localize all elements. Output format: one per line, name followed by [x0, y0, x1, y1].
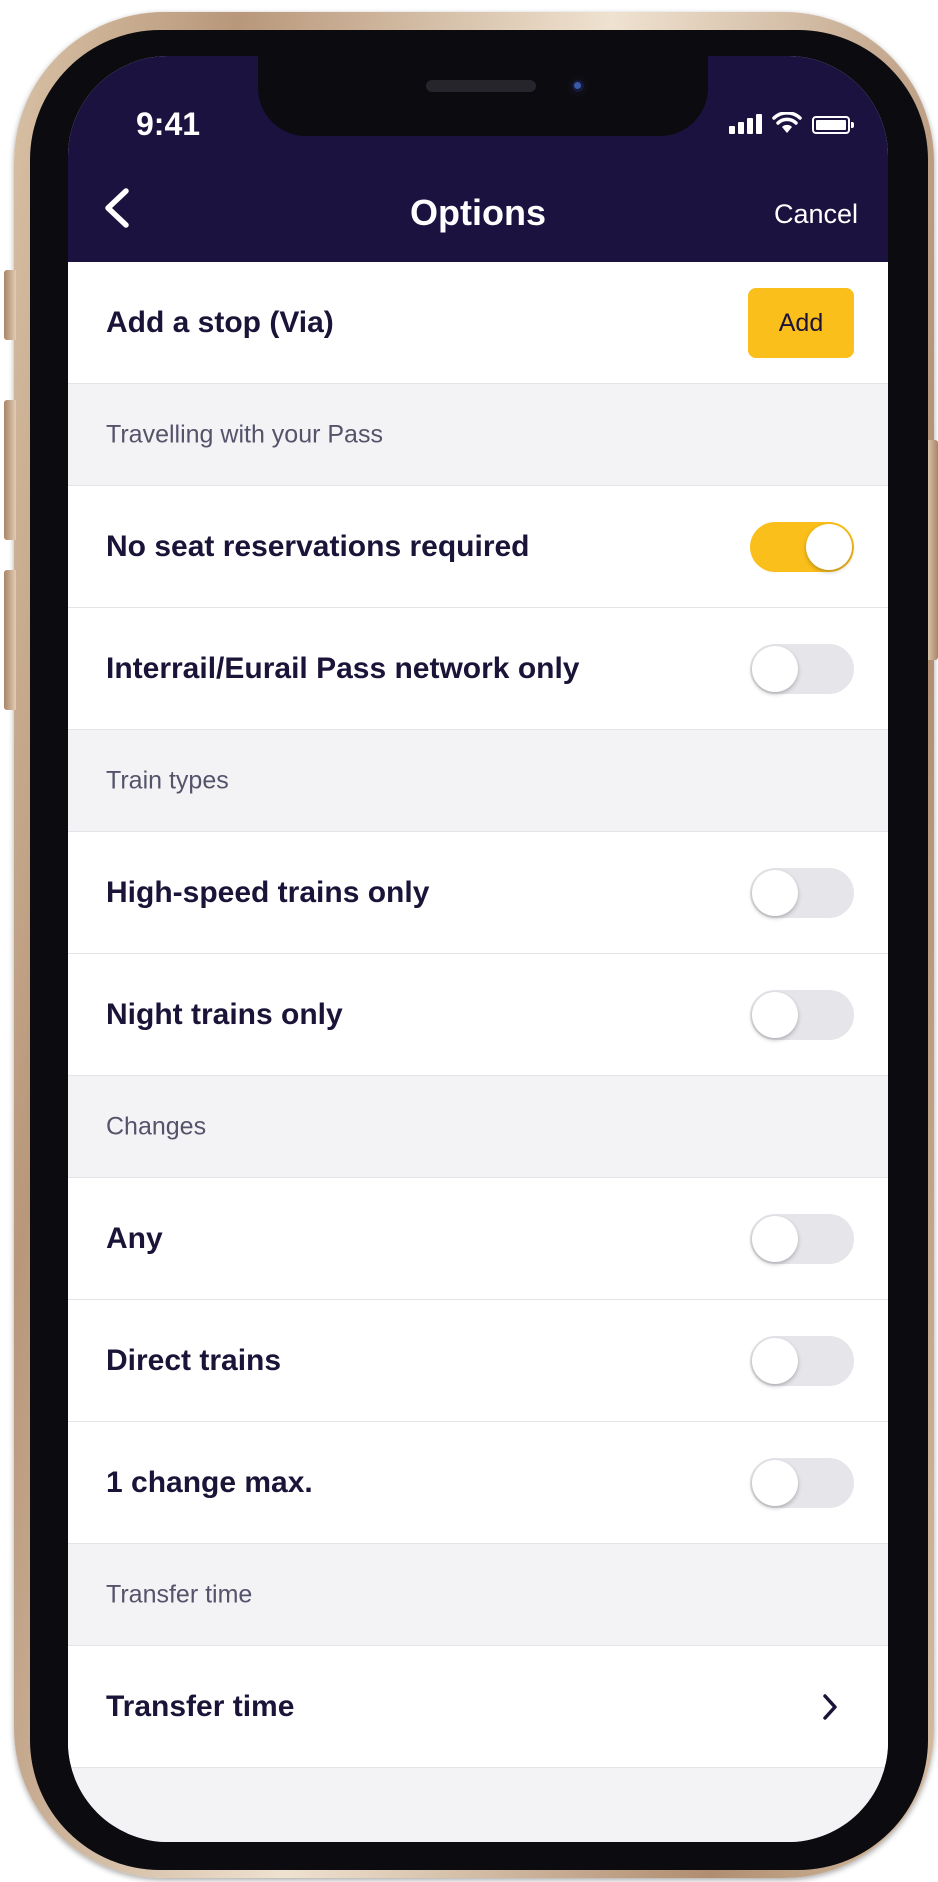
section-header-train-types: Train types — [68, 730, 888, 832]
speaker-grille — [426, 80, 536, 92]
option-label: Night trains only — [106, 997, 343, 1031]
option-label: Interrail/Eurail Pass network only — [106, 651, 580, 685]
mute-switch — [4, 270, 16, 340]
option-high-speed-only[interactable]: High-speed trains only — [68, 832, 888, 954]
wifi-icon — [772, 112, 802, 133]
nav-header: 9:41 Options Cancel — [68, 56, 888, 262]
via-label: Add a stop (Via) — [106, 305, 334, 339]
option-label: Direct trains — [106, 1343, 282, 1377]
section-header-pass: Travelling with your Pass — [68, 384, 888, 486]
option-night-trains-only[interactable]: Night trains only — [68, 954, 888, 1076]
phone-screen: 9:41 Options Cancel Add a stop (Via) Add — [68, 56, 888, 1842]
section-title: Travelling with your Pass — [106, 420, 383, 448]
volume-up-button — [4, 400, 16, 540]
high-speed-only-toggle[interactable] — [750, 867, 854, 918]
options-list: Add a stop (Via) Add Travelling with you… — [68, 262, 888, 1842]
pass-network-only-toggle[interactable] — [750, 643, 854, 694]
one-change-max-toggle[interactable] — [750, 1457, 854, 1508]
section-header-changes: Changes — [68, 1076, 888, 1178]
transfer-time-row[interactable]: Transfer time — [68, 1646, 888, 1768]
status-icons — [729, 112, 854, 134]
option-label: Transfer time — [106, 1689, 295, 1723]
option-label: No seat reservations required — [106, 529, 530, 563]
section-title: Train types — [106, 766, 229, 794]
night-trains-only-toggle[interactable] — [750, 989, 854, 1040]
cancel-button[interactable]: Cancel — [774, 199, 858, 230]
front-camera — [568, 76, 588, 96]
section-title: Transfer time — [106, 1580, 253, 1608]
option-one-change-max[interactable]: 1 change max. — [68, 1422, 888, 1544]
section-header-transfer-time: Transfer time — [68, 1544, 888, 1646]
changes-any-toggle[interactable] — [750, 1213, 854, 1264]
option-no-seat-reservations[interactable]: No seat reservations required — [68, 486, 888, 608]
status-time: 9:41 — [136, 106, 201, 142]
option-direct-trains[interactable]: Direct trains — [68, 1300, 888, 1422]
option-label: High-speed trains only — [106, 875, 430, 909]
page-title: Options — [410, 192, 546, 233]
option-pass-network-only[interactable]: Interrail/Eurail Pass network only — [68, 608, 888, 730]
battery-icon — [812, 116, 854, 134]
option-changes-any[interactable]: Any — [68, 1178, 888, 1300]
chevron-left-icon[interactable] — [98, 186, 138, 230]
direct-trains-toggle[interactable] — [750, 1335, 854, 1386]
cellular-signal-icon — [729, 112, 762, 134]
via-row: Add a stop (Via) Add — [68, 262, 888, 384]
add-stop-button[interactable]: Add — [748, 287, 854, 358]
section-header-partial — [68, 1768, 888, 1842]
section-title: Changes — [106, 1112, 207, 1140]
no-seat-reservations-toggle[interactable] — [750, 521, 854, 572]
option-label: Any — [106, 1221, 163, 1255]
option-label: 1 change max. — [106, 1465, 313, 1499]
notch — [258, 56, 708, 136]
volume-down-button — [4, 570, 16, 710]
chevron-right-icon — [823, 1693, 837, 1720]
